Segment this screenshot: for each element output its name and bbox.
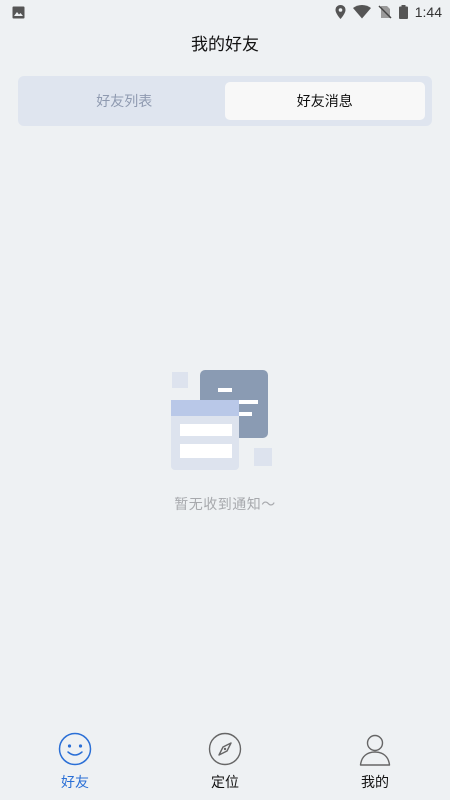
- nav-item-location[interactable]: 定位: [188, 726, 262, 800]
- tab-friend-messages[interactable]: 好友消息: [224, 82, 425, 120]
- friend-tabs: 好友列表 好友消息: [18, 76, 432, 126]
- bottom-nav: 好友 定位 我的: [0, 726, 450, 800]
- empty-message-illustration: [171, 370, 272, 470]
- status-time: 1:44: [414, 4, 442, 20]
- image-icon: [12, 6, 25, 19]
- smile-icon: [58, 732, 92, 766]
- status-bar: 1:44: [0, 0, 450, 24]
- person-icon: [358, 732, 392, 766]
- battery-icon: [398, 5, 408, 19]
- compass-icon: [208, 732, 242, 766]
- nav-item-me[interactable]: 我的: [338, 726, 412, 800]
- wifi-icon: [352, 5, 371, 19]
- status-left: [12, 6, 25, 19]
- no-sim-icon: [378, 5, 392, 19]
- status-right: 1:44: [335, 4, 442, 20]
- nav-label-me: 我的: [361, 775, 389, 791]
- title-bar: 我的好友: [0, 24, 450, 60]
- page-title: 我的好友: [191, 34, 259, 55]
- nav-item-friends[interactable]: 好友: [38, 726, 112, 800]
- empty-state: 暂无收到通知～: [0, 362, 450, 514]
- nav-label-friends: 好友: [61, 775, 89, 791]
- location-icon: [335, 5, 346, 19]
- tab-friend-list[interactable]: 好友列表: [24, 82, 225, 120]
- nav-label-location: 定位: [211, 775, 239, 791]
- empty-message: 暂无收到通知～: [174, 497, 276, 513]
